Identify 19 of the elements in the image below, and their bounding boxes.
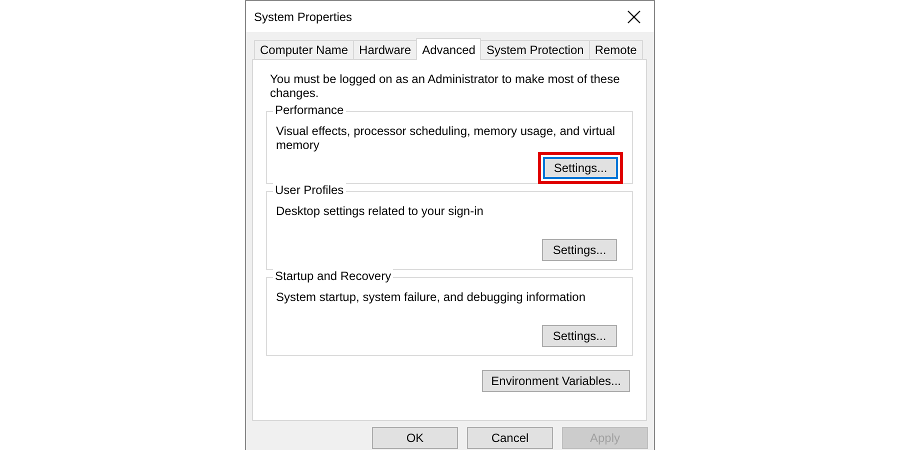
dialog-button[interactable]: OK xyxy=(372,427,458,449)
settings-button[interactable]: Settings... xyxy=(542,325,617,347)
settings-button[interactable]: Settings... xyxy=(542,239,617,261)
tab[interactable]: Remote xyxy=(588,40,643,59)
close-icon[interactable] xyxy=(626,8,642,24)
notice-text: You must be logged on as an Administrator to make most of these changes. xyxy=(270,72,621,100)
group-description: Visual effects, processor scheduling, memory usage, and virtual memory xyxy=(276,124,616,152)
tab[interactable]: System Protection xyxy=(480,40,590,59)
group-title: Performance xyxy=(273,103,346,117)
group-description: Desktop settings related to your sign-in xyxy=(276,204,484,220)
settings-button[interactable]: Settings... xyxy=(543,157,618,179)
environment-variables-button[interactable]: Environment Variables... xyxy=(482,370,630,392)
group-description: System startup, system failure, and debugging information xyxy=(276,290,586,306)
group-title: Startup and Recovery xyxy=(273,269,394,283)
dialog-button[interactable]: Cancel xyxy=(467,427,553,449)
group-title: User Profiles xyxy=(273,183,346,197)
window-title: System Properties xyxy=(254,10,352,24)
tab[interactable]: Computer Name xyxy=(254,40,354,59)
tab[interactable]: Advanced xyxy=(416,38,482,60)
